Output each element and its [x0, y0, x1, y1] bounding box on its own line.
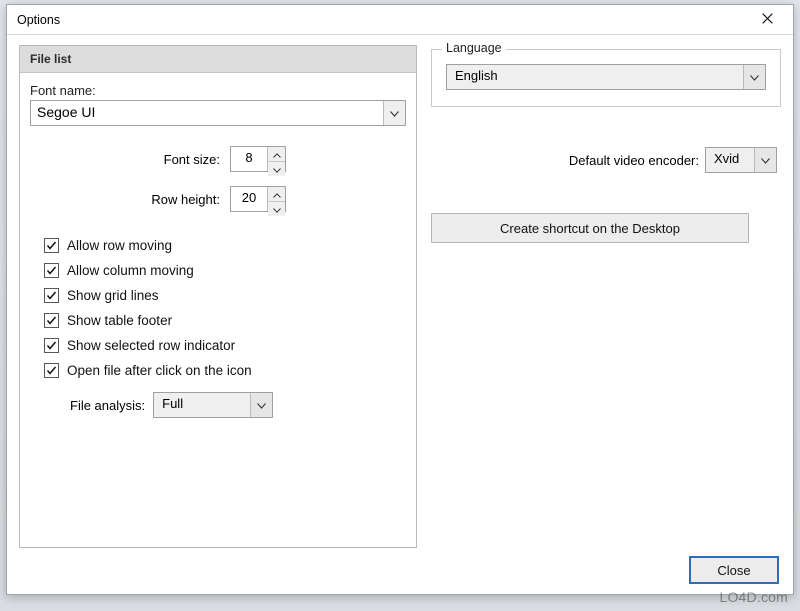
check-allow-row-moving[interactable]: Allow row moving	[44, 238, 406, 253]
create-shortcut-button[interactable]: Create shortcut on the Desktop	[431, 213, 749, 243]
checkmark-icon	[44, 338, 59, 353]
checkbox-list: Allow row moving Allow column moving Sho…	[30, 238, 406, 378]
row-height-row: Row height: 20	[30, 186, 406, 212]
language-value: English	[447, 65, 743, 89]
encoder-select[interactable]: Xvid	[705, 147, 777, 173]
checkmark-icon	[44, 363, 59, 378]
create-shortcut-label: Create shortcut on the Desktop	[500, 221, 680, 236]
file-analysis-label: File analysis:	[70, 398, 145, 413]
font-size-up-button[interactable]	[268, 147, 285, 161]
options-window: Options File list Font name: Segoe UI Fo…	[6, 4, 794, 595]
client-area: File list Font name: Segoe UI Font size:…	[7, 35, 793, 594]
check-show-table-footer[interactable]: Show table footer	[44, 313, 406, 328]
font-name-value: Segoe UI	[31, 101, 383, 125]
font-name-combobox[interactable]: Segoe UI	[30, 100, 406, 126]
chevron-down-icon	[390, 106, 399, 120]
language-dropdown-button[interactable]	[743, 65, 765, 89]
language-legend: Language	[442, 41, 506, 55]
chevron-up-icon	[273, 187, 281, 201]
chevron-up-icon	[273, 147, 281, 161]
check-label: Allow column moving	[67, 263, 194, 278]
chevron-down-icon	[761, 153, 770, 167]
window-title: Options	[17, 13, 747, 27]
file-analysis-row: File analysis: Full	[30, 392, 406, 418]
font-size-label: Font size:	[30, 152, 230, 167]
chevron-down-icon	[273, 202, 281, 216]
check-label: Show selected row indicator	[67, 338, 235, 353]
row-height-spinner[interactable]: 20	[230, 186, 286, 212]
font-name-dropdown-button[interactable]	[383, 101, 405, 125]
font-name-label: Font name:	[30, 83, 406, 98]
check-label: Open file after click on the icon	[67, 363, 252, 378]
font-size-down-button[interactable]	[268, 161, 285, 176]
chevron-down-icon	[750, 70, 759, 84]
check-show-selected-row-indicator[interactable]: Show selected row indicator	[44, 338, 406, 353]
language-fieldset: Language English	[431, 49, 781, 107]
encoder-value: Xvid	[706, 148, 754, 172]
check-label: Allow row moving	[67, 238, 172, 253]
check-label: Show grid lines	[67, 288, 159, 303]
file-list-group: File list Font name: Segoe UI Font size:…	[19, 45, 417, 548]
checkmark-icon	[44, 263, 59, 278]
dialog-buttons: Close	[689, 556, 779, 584]
right-column: Language English Default video encoder: …	[431, 45, 781, 548]
font-size-value[interactable]: 8	[231, 147, 267, 171]
titlebar: Options	[7, 5, 793, 35]
numeric-rows: Font size: 8 Row height: 20	[30, 146, 406, 212]
row-height-stepper-buttons	[267, 187, 285, 211]
check-show-grid-lines[interactable]: Show grid lines	[44, 288, 406, 303]
checkmark-icon	[44, 313, 59, 328]
check-allow-column-moving[interactable]: Allow column moving	[44, 263, 406, 278]
close-button-label: Close	[717, 563, 750, 578]
row-height-label: Row height:	[30, 192, 230, 207]
file-analysis-select[interactable]: Full	[153, 392, 273, 418]
close-icon	[762, 13, 773, 27]
encoder-row: Default video encoder: Xvid	[431, 147, 781, 173]
close-button[interactable]: Close	[689, 556, 779, 584]
file-analysis-value: Full	[154, 393, 250, 417]
row-height-value[interactable]: 20	[231, 187, 267, 211]
chevron-down-icon	[257, 398, 266, 412]
window-close-button[interactable]	[747, 5, 787, 34]
encoder-dropdown-button[interactable]	[754, 148, 776, 172]
check-open-file-after-click[interactable]: Open file after click on the icon	[44, 363, 406, 378]
checkmark-icon	[44, 288, 59, 303]
checkmark-icon	[44, 238, 59, 253]
encoder-label: Default video encoder:	[569, 153, 699, 168]
row-height-up-button[interactable]	[268, 187, 285, 201]
font-size-spinner[interactable]: 8	[230, 146, 286, 172]
font-size-row: Font size: 8	[30, 146, 406, 172]
check-label: Show table footer	[67, 313, 172, 328]
chevron-down-icon	[273, 162, 281, 176]
row-height-down-button[interactable]	[268, 201, 285, 216]
language-select[interactable]: English	[446, 64, 766, 90]
file-list-header: File list	[20, 46, 416, 73]
file-analysis-dropdown-button[interactable]	[250, 393, 272, 417]
font-size-stepper-buttons	[267, 147, 285, 171]
